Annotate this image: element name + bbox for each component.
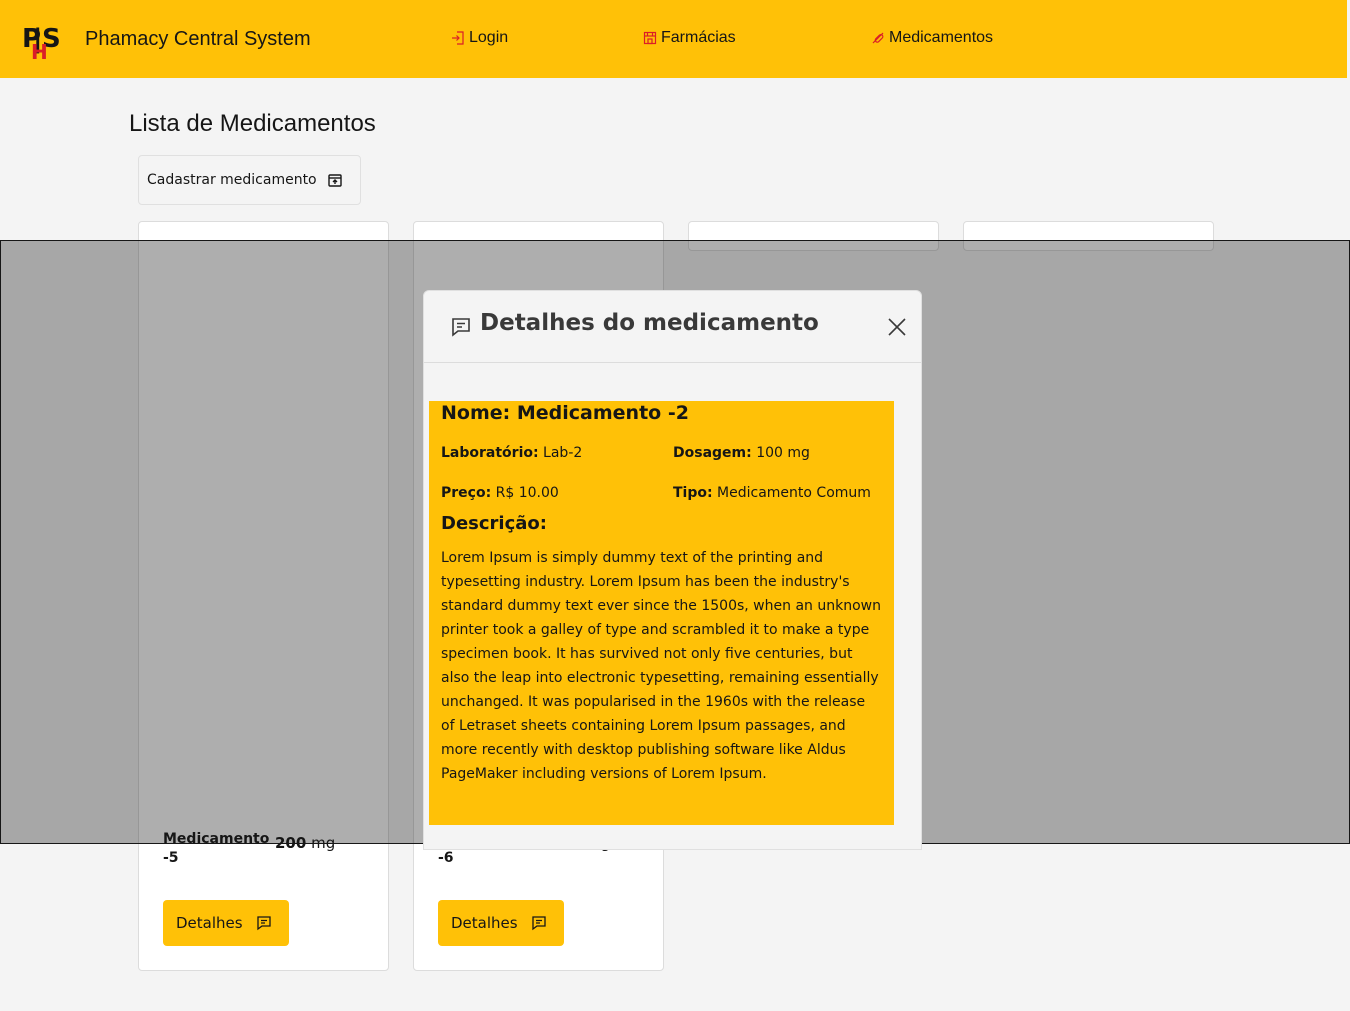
app-title[interactable]: Phamacy Central System: [85, 28, 311, 51]
chat-icon: [531, 916, 546, 931]
lab-label: Laboratório:: [441, 445, 539, 461]
medicine-details-modal: Detalhes do medicamento Nome: Medicament…: [423, 290, 922, 850]
nav-medicines[interactable]: Medicamentos: [871, 29, 993, 47]
details-button[interactable]: Detalhes: [163, 900, 289, 946]
logo[interactable]: P | S H: [22, 23, 60, 59]
archive-add-icon: [327, 174, 342, 187]
dose-field: Dosagem: 100 mg: [673, 445, 810, 461]
type-value: Medicamento Comum: [717, 485, 871, 501]
dose-label: Dosagem:: [673, 445, 752, 461]
name-label: Nome:: [441, 402, 511, 424]
nav-pharmacies-label: Farmácias: [661, 29, 736, 46]
login-icon: [452, 31, 464, 45]
medicine-name: Nome: Medicamento -2: [441, 401, 689, 425]
details-button[interactable]: Detalhes: [438, 900, 564, 946]
lab-value: Lab-2: [543, 445, 583, 461]
medicine-detail-panel: Nome: Medicamento -2 Laboratório: Lab-2 …: [429, 401, 894, 825]
close-icon[interactable]: [886, 316, 908, 338]
type-label: Tipo:: [673, 485, 713, 501]
details-button-label: Detalhes: [176, 914, 243, 932]
top-header: P | S H Phamacy Central System Login Far…: [0, 0, 1347, 78]
store-icon: [643, 31, 657, 45]
modal-title: Detalhes do medicamento: [480, 310, 819, 336]
nav-medicines-label: Medicamentos: [889, 29, 994, 46]
nav-login[interactable]: Login: [451, 29, 508, 47]
name-value: Medicamento -2: [516, 402, 689, 424]
description-text: Lorem Ipsum is simply dummy text of the …: [441, 550, 881, 782]
price-value: R$ 10.00: [495, 485, 559, 501]
svg-text:H: H: [31, 40, 48, 59]
chat-icon: [256, 916, 271, 931]
modal-header: Detalhes do medicamento: [424, 291, 921, 363]
lab-field: Laboratório: Lab-2: [441, 445, 582, 461]
pill-icon: [872, 32, 884, 44]
type-field: Tipo: Medicamento Comum: [673, 485, 871, 501]
description-title: Descrição:: [441, 513, 547, 534]
nav-pharmacies[interactable]: Farmácias: [643, 29, 736, 47]
chat-icon: [452, 318, 470, 337]
price-field: Preço: R$ 10.00: [441, 485, 559, 501]
details-button-label: Detalhes: [451, 914, 518, 932]
price-label: Preço:: [441, 485, 492, 501]
add-medicine-button[interactable]: Cadastrar medicamento: [138, 155, 361, 205]
page-title: Lista de Medicamentos: [129, 110, 376, 137]
add-medicine-label: Cadastrar medicamento: [147, 172, 317, 188]
nav-login-label: Login: [469, 29, 509, 46]
dose-value: 100 mg: [756, 445, 810, 461]
